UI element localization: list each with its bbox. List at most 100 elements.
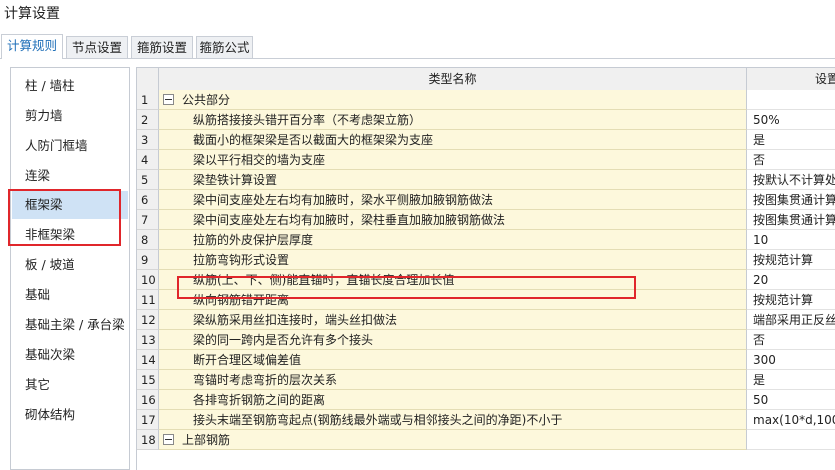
table-row[interactable]: 12 梁纵筋采用丝扣连接时，端头丝扣做法 端部采用正反丝扣 (137, 310, 835, 330)
column-header-type-name[interactable]: 类型名称 (159, 68, 747, 90)
window-title: 计算设置 (4, 6, 60, 22)
table-row[interactable]: 1 公共部分 (137, 90, 835, 110)
table-row[interactable]: 2 纵筋搭接接头错开百分率（不考虑架立筋） 50% (137, 110, 835, 130)
collapse-icon[interactable] (163, 94, 174, 105)
value-cell[interactable]: 按规范计算 (747, 290, 835, 310)
value-cell[interactable]: 按规范计算 (747, 250, 835, 270)
table-row[interactable]: 5 梁垫铁计算设置 按默认不计算处理 (137, 170, 835, 190)
sidebar-item-foundation[interactable]: 基础 (12, 281, 128, 309)
value-cell[interactable]: 端部采用正反丝扣 (747, 310, 835, 330)
table-row[interactable]: 3 截面小的框架梁是否以截面大的框架梁为支座 是 (137, 130, 835, 150)
value-cell[interactable]: 否 (747, 150, 835, 170)
row-number: 16 (137, 390, 159, 410)
value-cell[interactable]: 300 (747, 350, 835, 370)
value-cell[interactable]: 按图集贯通计算 (747, 190, 835, 210)
sidebar-item-frame-beam[interactable]: 框架梁 (12, 191, 128, 219)
sidebar-item-civil-defense-door-frame-wall[interactable]: 人防门框墙 (12, 132, 128, 160)
name-cell: 弯锚时考虑弯折的层次关系 (159, 370, 747, 390)
row-number: 12 (137, 310, 159, 330)
value-cell[interactable]: 是 (747, 370, 835, 390)
row-number: 6 (137, 190, 159, 210)
table-row[interactable]: 14 断开合理区域偏差值 300 (137, 350, 835, 370)
sidebar-item-non-frame-beam[interactable]: 非框架梁 (12, 221, 128, 249)
value-cell[interactable] (747, 430, 835, 450)
tab-calc-rules[interactable]: 计算规则 (1, 34, 63, 59)
table-row[interactable]: 10 纵筋(上、下、侧)能直锚时，直锚长度合理加长值 20 (137, 270, 835, 290)
grid-header: 类型名称 设置 (137, 68, 835, 91)
value-cell[interactable]: 按默认不计算处理 (747, 170, 835, 190)
group-name-cell: 公共部分 (159, 90, 747, 110)
table-row[interactable]: 9 拉筋弯钩形式设置 按规范计算 (137, 250, 835, 270)
group-name: 上部钢筋 (182, 433, 231, 447)
value-cell[interactable]: 否 (747, 330, 835, 350)
row-number: 7 (137, 210, 159, 230)
row-number: 2 (137, 110, 159, 130)
row-number: 10 (137, 270, 159, 290)
settings-grid: 类型名称 设置 1 公共部分 2 纵筋搭接接头错开百分率（不考虑架立筋） 50%… (136, 67, 835, 470)
tab-node-settings[interactable]: 节点设置 (66, 36, 128, 58)
table-row[interactable]: 7 梁中间支座处左右均有加腋时，梁柱垂直加腋加腋钢筋做法 按图集贯通计算 (137, 210, 835, 230)
row-number: 17 (137, 410, 159, 430)
table-row[interactable]: 13 梁的同一跨内是否允许有多个接头 否 (137, 330, 835, 350)
sidebar-item-slab-ramp[interactable]: 板 / 坡道 (12, 251, 128, 279)
name-cell: 断开合理区域偏差值 (159, 350, 747, 370)
row-number: 8 (137, 230, 159, 250)
row-number: 5 (137, 170, 159, 190)
value-cell[interactable]: 按图集贯通计算 (747, 210, 835, 230)
sidebar-item-foundation-main-beam[interactable]: 基础主梁 / 承台梁 (12, 311, 128, 339)
sidebar-item-other[interactable]: 其它 (12, 371, 128, 399)
table-row[interactable]: 16 各排弯折钢筋之间的距离 50 (137, 390, 835, 410)
row-number: 13 (137, 330, 159, 350)
name-cell: 拉筋的外皮保护层厚度 (159, 230, 747, 250)
table-row[interactable]: 11 纵向钢筋错开距离 按规范计算 (137, 290, 835, 310)
table-row[interactable]: 17 接头末端至钢筋弯起点(钢筋线最外端或与相邻接头之间的净距)不小于 max(… (137, 410, 835, 430)
component-type-list: 柱 / 墙柱 剪力墙 人防门框墙 连梁 框架梁 非框架梁 板 / 坡道 基础 基… (10, 67, 130, 470)
tab-divider (0, 58, 835, 59)
tab-stirrup-settings[interactable]: 箍筋设置 (131, 36, 193, 58)
row-number: 1 (137, 90, 159, 110)
row-number: 9 (137, 250, 159, 270)
name-cell: 梁以平行相交的墙为支座 (159, 150, 747, 170)
row-number: 14 (137, 350, 159, 370)
name-cell: 接头末端至钢筋弯起点(钢筋线最外端或与相邻接头之间的净距)不小于 (159, 410, 747, 430)
group-name: 公共部分 (182, 93, 231, 107)
row-number: 3 (137, 130, 159, 150)
row-number: 15 (137, 370, 159, 390)
sidebar-item-column-wall-column[interactable]: 柱 / 墙柱 (12, 72, 128, 100)
name-cell: 各排弯折钢筋之间的距离 (159, 390, 747, 410)
name-cell: 梁中间支座处左右均有加腋时，梁水平侧腋加腋钢筋做法 (159, 190, 747, 210)
name-cell: 梁垫铁计算设置 (159, 170, 747, 190)
row-number: 18 (137, 430, 159, 450)
sidebar-item-masonry[interactable]: 砌体结构 (12, 401, 128, 429)
value-cell[interactable]: max(10*d,100) (747, 410, 835, 430)
sidebar-item-coupling-beam[interactable]: 连梁 (12, 162, 128, 190)
value-cell[interactable]: 50 (747, 390, 835, 410)
sidebar-item-foundation-secondary-beam[interactable]: 基础次梁 (12, 341, 128, 369)
value-cell[interactable]: 50% (747, 110, 835, 130)
name-cell: 纵筋搭接接头错开百分率（不考虑架立筋） (159, 110, 747, 130)
column-header-setting[interactable]: 设置 (815, 68, 835, 90)
collapse-icon[interactable] (163, 434, 174, 445)
value-cell[interactable] (747, 90, 835, 110)
tab-stirrup-formula[interactable]: 箍筋公式 (196, 36, 253, 58)
name-cell: 拉筋弯钩形式设置 (159, 250, 747, 270)
table-row[interactable]: 6 梁中间支座处左右均有加腋时，梁水平侧腋加腋钢筋做法 按图集贯通计算 (137, 190, 835, 210)
name-cell: 梁的同一跨内是否允许有多个接头 (159, 330, 747, 350)
value-cell[interactable]: 20 (747, 270, 835, 290)
tab-bar: 计算规则 节点设置 箍筋设置 箍筋公式 (0, 34, 835, 59)
name-cell: 梁中间支座处左右均有加腋时，梁柱垂直加腋加腋钢筋做法 (159, 210, 747, 230)
value-cell[interactable]: 是 (747, 130, 835, 150)
value-cell[interactable]: 10 (747, 230, 835, 250)
table-row[interactable]: 15 弯锚时考虑弯折的层次关系 是 (137, 370, 835, 390)
table-row[interactable]: 4 梁以平行相交的墙为支座 否 (137, 150, 835, 170)
table-row[interactable]: 18 上部钢筋 (137, 430, 835, 450)
row-number: 11 (137, 290, 159, 310)
name-cell: 纵向钢筋错开距离 (159, 290, 747, 310)
grid-header-corner (137, 68, 159, 90)
group-name-cell: 上部钢筋 (159, 430, 747, 450)
table-row[interactable]: 8 拉筋的外皮保护层厚度 10 (137, 230, 835, 250)
name-cell: 梁纵筋采用丝扣连接时，端头丝扣做法 (159, 310, 747, 330)
row-number: 4 (137, 150, 159, 170)
sidebar-item-shear-wall[interactable]: 剪力墙 (12, 102, 128, 130)
name-cell: 截面小的框架梁是否以截面大的框架梁为支座 (159, 130, 747, 150)
